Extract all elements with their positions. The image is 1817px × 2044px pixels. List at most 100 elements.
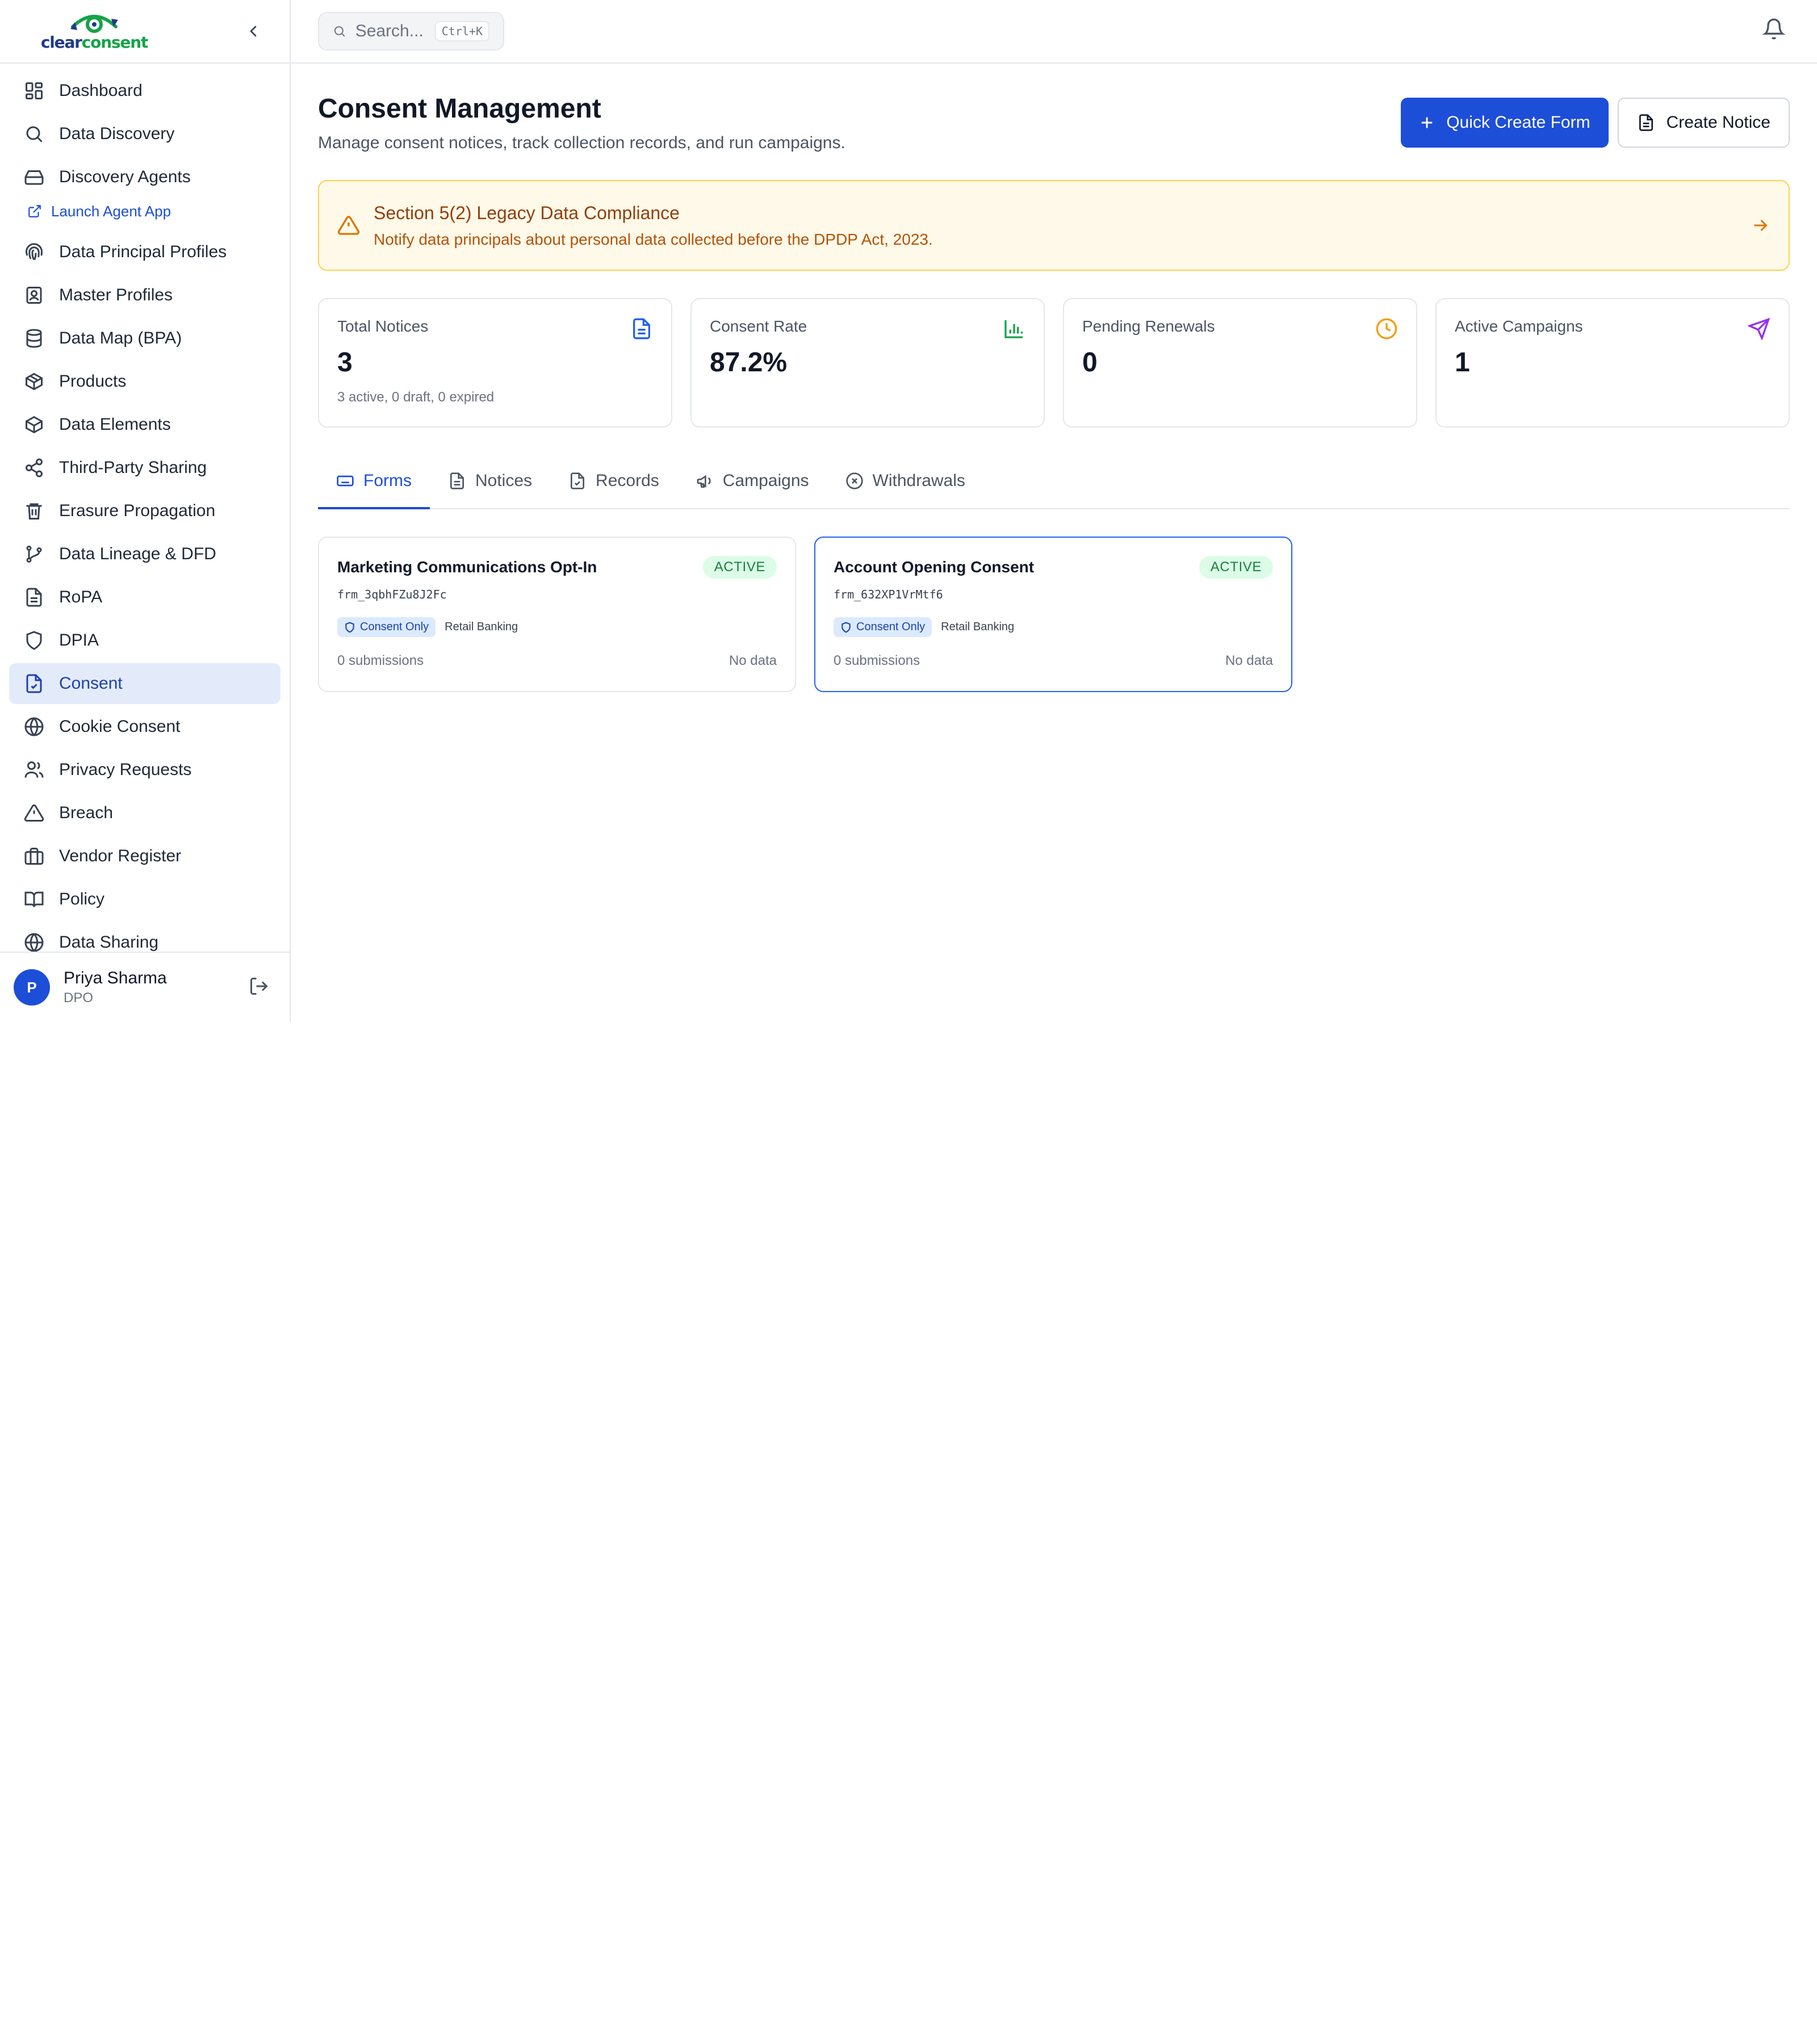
file-icon [633, 318, 650, 340]
sidebar-item-dashboard[interactable]: Dashboard [9, 70, 280, 111]
sidebar-item-privacy-requests[interactable]: Privacy Requests [9, 749, 280, 790]
keyboard-icon [337, 475, 354, 487]
page-subtitle: Manage consent notices, track collection… [318, 133, 845, 152]
user-profile: P Priya Sharma DPO [0, 952, 290, 1022]
shortcut-hint: Ctrl+K [434, 21, 489, 41]
alert-triangle-icon [337, 216, 360, 235]
notifications-button[interactable] [1762, 18, 1790, 45]
hard-drive-icon [23, 166, 45, 189]
plus-icon [1421, 117, 1433, 128]
log-out-icon [250, 978, 268, 995]
search-icon [23, 123, 45, 145]
stat-label: Total Notices [337, 317, 429, 335]
sidebar-item-label: Policy [59, 890, 105, 908]
sidebar-item-discovery-agents[interactable]: Discovery Agents [9, 157, 280, 198]
alert-triangle-icon [23, 802, 45, 824]
globe-icon [23, 931, 45, 952]
tab-forms[interactable]: Forms [318, 455, 430, 509]
file-text-icon [450, 472, 464, 489]
sidebar-item-data-discovery[interactable]: Data Discovery [9, 114, 280, 154]
consent-only-tag: Consent Only [337, 617, 436, 637]
user-role: DPO [64, 990, 94, 1006]
sidebar-item-data-sharing[interactable]: Data Sharing [9, 922, 280, 952]
data-status: No data [1225, 653, 1273, 668]
stat-value: 87.2% [710, 347, 788, 378]
sidebar-item-vendor-register[interactable]: Vendor Register [9, 836, 280, 877]
logout-button[interactable] [249, 976, 271, 999]
launch-agent-app-link[interactable]: Launch Agent App [9, 195, 280, 227]
create-notice-button[interactable]: Create Notice [1617, 98, 1790, 148]
fingerprint-icon [23, 241, 45, 263]
file-text-icon [1639, 114, 1653, 131]
sidebar-item-label: Vendor Register [59, 847, 182, 865]
sidebar-item-master-profiles[interactable]: Master Profiles [9, 275, 280, 316]
org-tag: Retail Banking [941, 621, 1015, 633]
logo[interactable]: clearconsent [41, 11, 148, 52]
sidebar-item-label: Cookie Consent [59, 717, 181, 736]
git-branch-icon [23, 543, 45, 566]
sidebar-item-erasure-propagation[interactable]: Erasure Propagation [9, 491, 280, 531]
stat-label: Pending Renewals [1082, 317, 1215, 335]
data-status: No data [729, 653, 777, 668]
sidebar-item-data-elements[interactable]: Data Elements [9, 404, 280, 445]
globe-icon [23, 715, 45, 738]
quick-create-form-button[interactable]: Quick Create Form [1401, 98, 1609, 148]
main-area: Search... Ctrl+K Consent Management Mana… [291, 0, 1817, 1022]
submission-count: 0 submissions [337, 653, 424, 668]
shield-icon [23, 629, 45, 652]
sidebar-item-data-map[interactable]: Data Map (BPA) [9, 318, 280, 359]
tab-campaigns[interactable]: Campaigns [677, 455, 827, 509]
sidebar-item-consent[interactable]: Consent [9, 663, 280, 704]
collapse-sidebar-button[interactable] [240, 18, 267, 45]
form-card[interactable]: Marketing Communications Opt-In ACTIVE f… [318, 537, 796, 692]
stat-label: Active Campaigns [1455, 317, 1583, 335]
alert-description: Notify data principals about personal da… [374, 230, 933, 248]
tab-withdrawals[interactable]: Withdrawals [827, 455, 983, 509]
stat-value: 0 [1082, 347, 1098, 378]
sidebar-nav: Dashboard Data Discovery Discovery Agent… [0, 64, 290, 952]
megaphone-icon [697, 475, 711, 488]
sidebar-item-data-principal-profiles[interactable]: Data Principal Profiles [9, 232, 280, 273]
form-card[interactable]: Account Opening Consent ACTIVE frm_632XP… [814, 537, 1292, 692]
tab-label: Records [596, 471, 659, 490]
sidebar-item-label: Third-Party Sharing [59, 458, 207, 477]
stat-active-campaigns: Active Campaigns 1 [1435, 298, 1790, 428]
sidebar-item-label: Data Lineage & DFD [59, 544, 216, 563]
tab-label: Forms [363, 471, 412, 490]
sidebar-item-label: Products [59, 372, 127, 391]
sidebar-item-label: Consent [59, 674, 123, 693]
sidebar-item-cookie-consent[interactable]: Cookie Consent [9, 706, 280, 747]
tab-records[interactable]: Records [550, 455, 677, 509]
legacy-compliance-alert[interactable]: Section 5(2) Legacy Data Compliance Noti… [318, 180, 1790, 271]
sidebar-item-third-party-sharing[interactable]: Third-Party Sharing [9, 447, 280, 488]
sidebar-item-products[interactable]: Products [9, 361, 280, 402]
stat-value: 3 [337, 347, 353, 378]
tag-label: Consent Only [360, 621, 429, 633]
external-link-icon [28, 205, 41, 217]
search-icon [334, 26, 345, 37]
page-title: Consent Management [318, 94, 601, 124]
sidebar-item-label: Data Discovery [59, 124, 175, 143]
arrow-right-icon[interactable] [1750, 215, 1770, 236]
sidebar-item-policy[interactable]: Policy [9, 879, 280, 920]
sidebar-item-data-lineage[interactable]: Data Lineage & DFD [9, 534, 280, 575]
sidebar-item-dpia[interactable]: DPIA [9, 620, 280, 661]
sidebar-item-ropa[interactable]: RoPA [9, 577, 280, 618]
sidebar-item-label: Discovery Agents [59, 167, 191, 186]
send-icon [1748, 317, 1770, 340]
avatar[interactable]: P [14, 969, 50, 1006]
consent-only-tag: Consent Only [834, 617, 932, 637]
search-placeholder: Search... [355, 22, 424, 40]
page-actions: Quick Create Form Create Notice [1401, 98, 1790, 148]
sidebar-item-label: Data Map (BPA) [59, 329, 182, 347]
create-notice-label: Create Notice [1666, 113, 1770, 132]
search-input[interactable]: Search... Ctrl+K [318, 12, 504, 51]
tab-label: Notices [475, 471, 533, 490]
sidebar-item-breach[interactable]: Breach [9, 793, 280, 833]
status-badge: ACTIVE [702, 556, 777, 579]
tab-notices[interactable]: Notices [430, 455, 550, 509]
chevron-left-icon [250, 26, 257, 37]
sidebar: clearconsent Dashboard Data Discovery Di… [0, 0, 291, 1022]
users-icon [23, 759, 45, 781]
file-text-icon [23, 586, 45, 609]
